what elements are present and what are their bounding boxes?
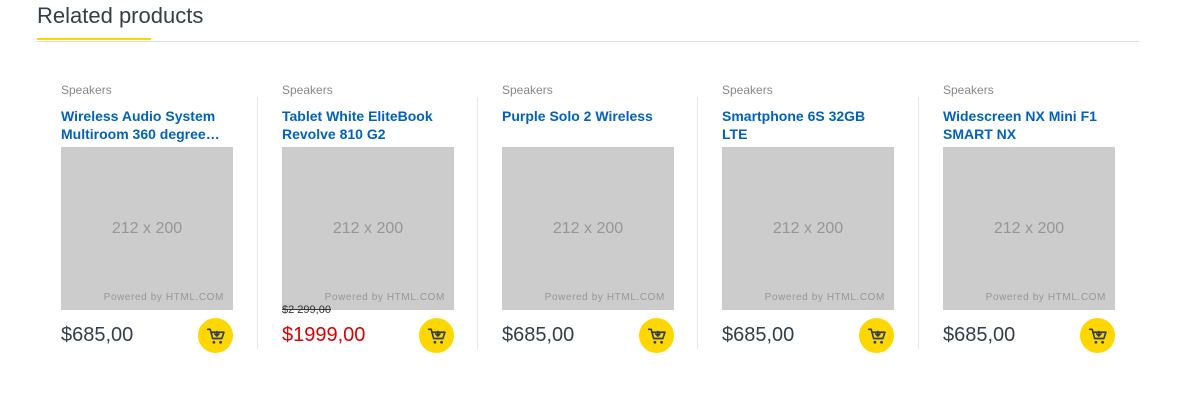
- product-category: Speakers: [61, 83, 112, 97]
- section-title: Related products: [37, 3, 204, 28]
- product-old-price: $2 299,00: [282, 304, 331, 316]
- image-credit-text: Powered by HTML.COM: [103, 292, 224, 303]
- product-category: Speakers: [282, 83, 333, 97]
- image-size-text: 212 x 200: [111, 220, 183, 237]
- add-to-cart-icon: [206, 328, 225, 344]
- product-image[interactable]: 212 x 200 Powered by HTML.COM: [943, 147, 1115, 310]
- add-to-cart-button[interactable]: [1080, 318, 1115, 353]
- title-underline: [37, 38, 151, 40]
- add-to-cart-button[interactable]: [198, 318, 233, 353]
- add-to-cart-icon: [427, 328, 446, 344]
- image-size-text: 212 x 200: [772, 220, 844, 237]
- product-card: Speakers Widescreen NX Mini F1 SMART NX …: [918, 70, 1139, 360]
- add-to-cart-button[interactable]: [859, 318, 894, 353]
- product-name-link[interactable]: Purple Solo 2 Wireless: [502, 107, 674, 125]
- section-header: Related products: [37, 0, 1139, 42]
- image-size-text: 212 x 200: [552, 220, 624, 237]
- product-list: Speakers Wireless Audio System Multiroom…: [37, 70, 1139, 370]
- product-image[interactable]: 212 x 200 Powered by HTML.COM: [282, 147, 454, 310]
- add-to-cart-icon: [1088, 328, 1107, 344]
- add-to-cart-icon: [647, 328, 666, 344]
- product-category: Speakers: [722, 83, 773, 97]
- product-price: $685,00: [722, 324, 795, 346]
- product-name-link[interactable]: Smartphone 6S 32GB LTE: [722, 107, 894, 143]
- product-name-link[interactable]: Tablet White EliteBook Revolve 810 G2: [282, 107, 454, 143]
- product-price: $685,00: [502, 324, 575, 346]
- image-credit-text: Powered by HTML.COM: [985, 292, 1106, 303]
- product-image[interactable]: 212 x 200 Powered by HTML.COM: [502, 147, 674, 310]
- image-credit-text: Powered by HTML.COM: [324, 292, 445, 303]
- product-image[interactable]: 212 x 200 Powered by HTML.COM: [61, 147, 233, 310]
- add-to-cart-icon: [867, 328, 886, 344]
- product-category: Speakers: [502, 83, 553, 97]
- product-card: Speakers Smartphone 6S 32GB LTE 212 x 20…: [697, 70, 918, 360]
- image-size-text: 212 x 200: [993, 220, 1065, 237]
- product-image[interactable]: 212 x 200 Powered by HTML.COM: [722, 147, 894, 310]
- add-to-cart-button[interactable]: [419, 318, 454, 353]
- product-price: $685,00: [61, 324, 134, 346]
- related-products-section: Related products Speakers Wireless Audio…: [37, 0, 1139, 414]
- product-card: Speakers Purple Solo 2 Wireless 212 x 20…: [477, 70, 698, 360]
- product-name-link[interactable]: Wireless Audio System Multiroom 360 degr…: [61, 107, 233, 143]
- image-size-text: 212 x 200: [332, 220, 404, 237]
- image-credit-text: Powered by HTML.COM: [544, 292, 665, 303]
- product-card: Speakers Tablet White EliteBook Revolve …: [257, 70, 478, 360]
- product-name-link[interactable]: Widescreen NX Mini F1 SMART NX: [943, 107, 1115, 143]
- product-category: Speakers: [943, 83, 994, 97]
- product-card: Speakers Wireless Audio System Multiroom…: [37, 70, 257, 360]
- add-to-cart-button[interactable]: [639, 318, 674, 353]
- image-credit-text: Powered by HTML.COM: [764, 292, 885, 303]
- product-price: $685,00: [943, 324, 1016, 346]
- product-sale-price: $1999,00: [282, 324, 366, 346]
